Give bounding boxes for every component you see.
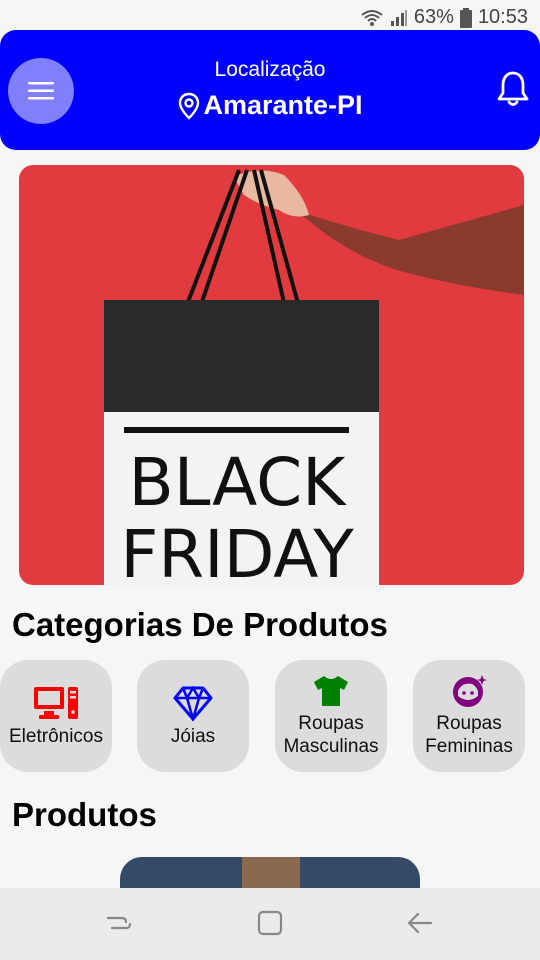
bell-icon	[497, 71, 529, 106]
battery-icon	[459, 7, 472, 28]
battery-percent: 63%	[413, 6, 454, 28]
back-button[interactable]	[405, 908, 435, 943]
category-label: Jóias	[170, 725, 216, 747]
location-city: Amarante-PI	[203, 90, 363, 120]
banner-text-friday: FRIDAY	[120, 516, 354, 585]
wifi-icon	[361, 9, 383, 26]
category-roupas-masculinas[interactable]: Roupas Masculinas	[275, 660, 387, 772]
location-pin-icon	[179, 92, 200, 120]
notifications-button[interactable]	[496, 70, 530, 113]
category-label: Roupas Masculinas	[283, 713, 379, 757]
recent-apps-button[interactable]	[104, 908, 134, 943]
location-label: Localização	[214, 58, 326, 81]
location-selector[interactable]: Amarante-PI	[0, 90, 540, 121]
categories-list: Eletrônicos Jóias Roupas Masculinas Roup…	[0, 660, 540, 774]
status-bar: 63% 10:53	[0, 0, 540, 34]
category-joias[interactable]: Jóias	[137, 660, 249, 772]
category-label: Eletrônicos	[9, 725, 103, 747]
categories-title: Categorias De Produtos	[12, 606, 388, 643]
signal-icon	[390, 9, 407, 26]
diamond-icon	[173, 685, 213, 721]
category-roupas-femininas[interactable]: Roupas Femininas	[413, 660, 525, 772]
computer-icon	[34, 686, 78, 719]
back-arrow-icon	[407, 912, 433, 934]
woman-face-icon	[453, 675, 487, 707]
products-title: Produtos	[12, 796, 157, 833]
category-eletronicos[interactable]: Eletrônicos	[0, 660, 112, 772]
banner-text-black: BLACK	[129, 444, 348, 521]
clock: 10:53	[477, 6, 528, 28]
status-icons: 63% 10:53	[360, 6, 528, 29]
home-button[interactable]	[255, 908, 285, 943]
promo-banner[interactable]: BLACK FRIDAY	[19, 165, 524, 585]
app-header: Localização Amarante-PI	[0, 30, 540, 150]
category-label: Roupas Femininas	[425, 713, 513, 757]
tshirt-icon	[314, 676, 348, 706]
system-nav-bar	[0, 888, 540, 960]
home-icon	[257, 910, 283, 936]
black-friday-bag-image: BLACK FRIDAY	[19, 165, 524, 585]
recent-apps-icon	[106, 916, 132, 930]
